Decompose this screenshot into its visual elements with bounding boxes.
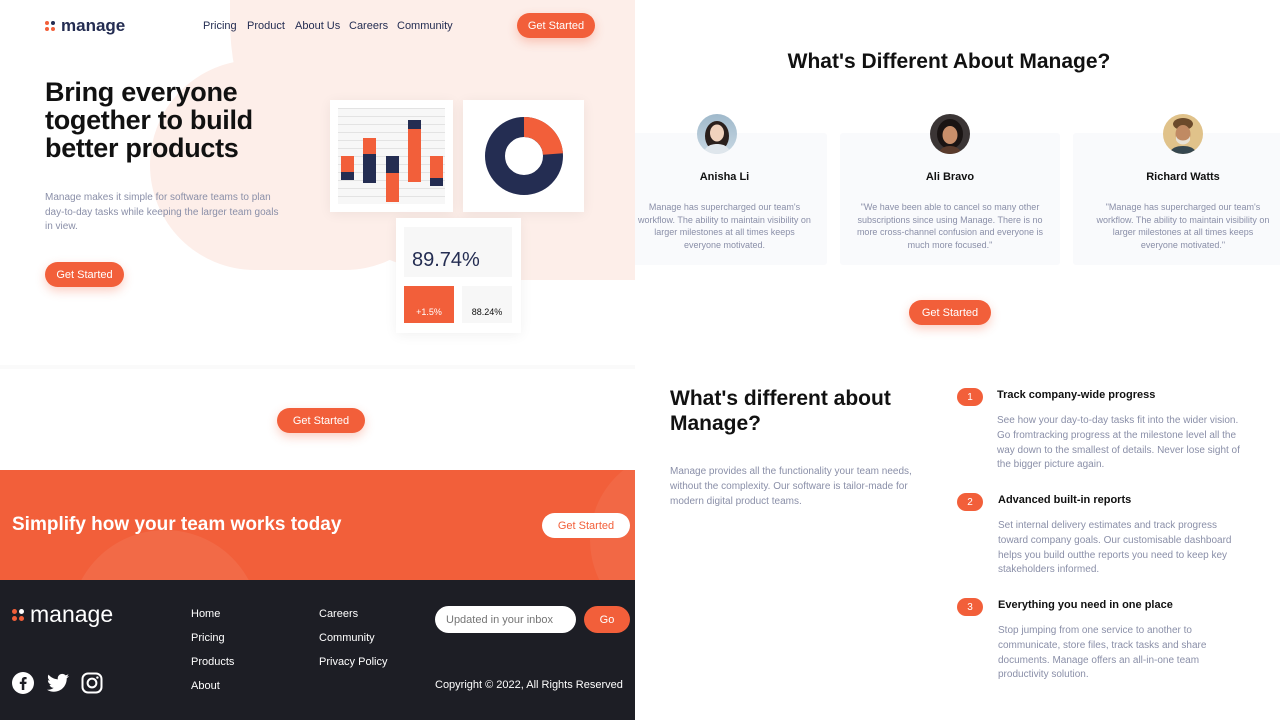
hero-get-started-button[interactable]: Get Started <box>45 262 124 287</box>
donut-segment-orange <box>523 116 563 156</box>
logo[interactable]: manage <box>45 16 125 36</box>
right-panel: What's Different About Manage? Anisha Li… <box>635 0 1280 720</box>
logo-dots-icon <box>12 608 24 621</box>
chart-bar <box>386 156 399 202</box>
footer: manage Home Pricing Products About Caree… <box>0 580 635 720</box>
cta-band-get-started-button[interactable]: Get Started <box>542 513 630 538</box>
footer-link-pricing[interactable]: Pricing <box>191 632 225 644</box>
feature-body: See how your day-to-day tasks fit into t… <box>997 415 1240 471</box>
feature-number-badge: 2 <box>957 493 983 511</box>
chart-bar <box>408 120 421 182</box>
footer-link-community[interactable]: Community <box>319 632 375 644</box>
newsletter-email-input[interactable] <box>435 606 576 633</box>
feature-body: Stop jumping from one service to another… <box>998 625 1207 681</box>
footer-link-products[interactable]: Products <box>191 656 234 668</box>
nav-product[interactable]: Product <box>247 20 285 32</box>
chart-bar <box>430 156 443 186</box>
footer-link-home[interactable]: Home <box>191 608 220 620</box>
avatar-anisha <box>697 114 737 154</box>
stat-secondary: 88.24% <box>462 286 512 323</box>
stat-main-value: 89.74% <box>412 249 480 271</box>
feature-number-badge: 3 <box>957 598 983 616</box>
feature-title: Track company-wide progress <box>997 389 1156 401</box>
header-get-started-button[interactable]: Get Started <box>517 13 595 38</box>
hero-title: Bring everyone together to build better … <box>45 77 253 163</box>
copyright-text: Copyright © 2022, All Rights Reserved <box>435 679 623 691</box>
donut-chart <box>485 116 563 195</box>
avatar-richard <box>1163 114 1203 154</box>
footer-link-privacy-policy[interactable]: Privacy Policy <box>319 656 387 668</box>
cta-band-title: Simplify how your team works today <box>12 514 342 535</box>
donut-chart-card <box>463 100 584 212</box>
hero-subtitle: Manage makes it simple for software team… <box>45 192 279 232</box>
twitter-icon[interactable] <box>47 673 69 693</box>
feature-number-badge: 1 <box>957 388 983 406</box>
feature-body: Set internal delivery estimates and trac… <box>998 520 1232 576</box>
testimonial-quote: Manage has supercharged our team's workf… <box>638 202 811 250</box>
stat-card: 89.74% +1.5% 88.24% <box>396 218 521 333</box>
footer-link-careers[interactable]: Careers <box>319 608 358 620</box>
chart-bar <box>341 156 354 180</box>
feature-title: Everything you need in one place <box>998 599 1173 611</box>
testimonials-get-started-button[interactable]: Get Started <box>909 300 991 325</box>
bar-chart-card <box>330 100 453 212</box>
nav-pricing[interactable]: Pricing <box>203 20 237 32</box>
testimonial-name: Ali Bravo <box>925 171 975 183</box>
testimonials-heading: What's Different About Manage? <box>787 50 1111 73</box>
features-heading: What's different about Manage? <box>670 387 891 435</box>
cta-band: Simplify how your team works today Get S… <box>0 470 635 580</box>
testimonial-quote: "Manage has supercharged our team's work… <box>1096 202 1270 250</box>
testimonial-quote: "We have been able to cancel so many oth… <box>856 202 1044 250</box>
feature-title: Advanced built-in reports <box>998 494 1132 506</box>
testimonial-name: Anisha Li <box>699 171 750 183</box>
nav-careers[interactable]: Careers <box>349 20 388 32</box>
logo-dots-icon <box>45 21 55 31</box>
features-intro: Manage provides all the functionality yo… <box>670 466 912 507</box>
testimonial-name: Richard Watts <box>1146 171 1220 183</box>
nav-community[interactable]: Community <box>397 20 453 32</box>
avatar-ali <box>930 114 970 154</box>
testimonial-card: Anisha Li Manage has supercharged our te… <box>635 133 827 265</box>
footer-logo[interactable]: manage <box>12 601 113 628</box>
nav-about-us[interactable]: About Us <box>295 20 340 32</box>
instagram-icon[interactable] <box>81 672 103 694</box>
facebook-icon[interactable] <box>12 672 34 694</box>
left-panel: manage Pricing Product About Us Careers … <box>0 0 635 720</box>
newsletter-go-button[interactable]: Go <box>584 606 630 633</box>
section-divider <box>0 365 635 369</box>
footer-link-about[interactable]: About <box>191 680 220 692</box>
chart-bar <box>363 138 376 183</box>
mid-get-started-button[interactable]: Get Started <box>277 408 365 433</box>
stat-delta: +1.5% <box>404 286 454 323</box>
